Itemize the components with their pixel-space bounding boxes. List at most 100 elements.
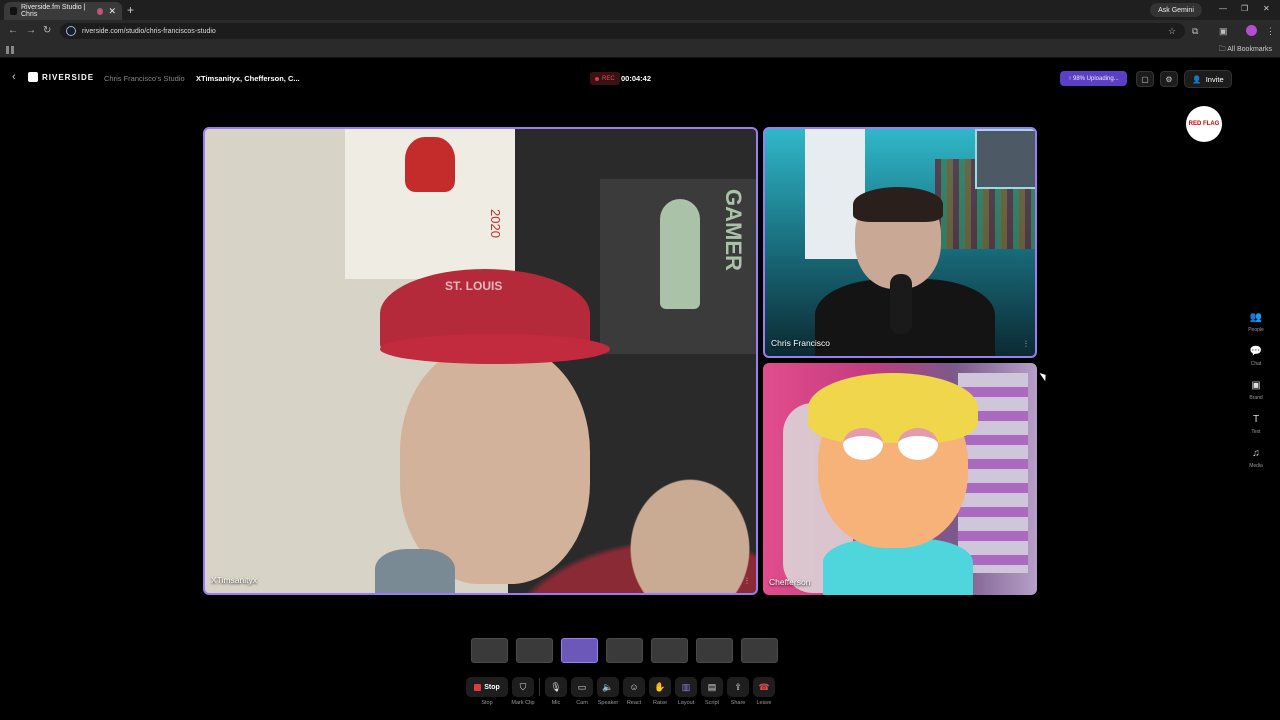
hand-icon: ✋ (654, 681, 666, 692)
raise-hand-button[interactable]: ✋ (649, 677, 671, 697)
participant-hair (853, 187, 943, 222)
invite-button[interactable]: 👤 Invite (1184, 70, 1232, 88)
video-tile-xtimsanityx[interactable]: 2020 GAMER ST. LOUIS XTimsanityx ⫶ (203, 127, 758, 595)
react-control: ☺ React (623, 677, 645, 706)
poster-year: 2020 (488, 209, 503, 238)
profile-avatar[interactable] (1246, 25, 1257, 36)
layout-option-side-right[interactable] (741, 638, 778, 663)
people-icon: 👥 (1249, 312, 1263, 323)
leave-button[interactable]: ☎ (753, 677, 775, 697)
mark-clip-button[interactable]: ⛉ (512, 677, 534, 697)
browser-tab[interactable]: Riverside.fm Studio | Chris ✕ (4, 2, 122, 20)
riverside-favicon-icon (10, 7, 17, 15)
sidebar-item-label: Media (1249, 463, 1263, 469)
studio-controls: Stop Stop ⛉ Mark Clip 🎙 Mic ▭ Cam 🔈 Spea… (466, 677, 775, 706)
browser-tabbar: Riverside.fm Studio | Chris ✕ + Ask Gemi… (0, 0, 1280, 20)
leave-control: ☎ Leave (753, 677, 775, 706)
invite-label: Invite (1205, 74, 1224, 84)
control-label: Stop (481, 700, 493, 706)
url-text: riverside.com/studio/chris-franciscos-st… (82, 27, 216, 35)
sidebar-item-people[interactable]: 👥 People (1240, 312, 1272, 346)
layout-picker (471, 638, 778, 663)
shield-icon: ⛉ (519, 681, 527, 692)
video-tile-chefferson[interactable]: Chefferson (763, 363, 1037, 595)
script-icon: ▤ (707, 681, 717, 692)
sidebar-item-label: Brand (1249, 395, 1263, 401)
layout-option-pip[interactable] (651, 638, 688, 663)
control-label: Share (730, 700, 746, 706)
control-label: Mark Clip (511, 700, 535, 706)
right-sidebar: 👥 People 💬 Chat ▣ Brand T Text ♫ Media (1240, 312, 1272, 482)
layout-option-grid[interactable] (561, 638, 598, 663)
site-info-icon[interactable] (66, 26, 76, 36)
speaker-control: 🔈 Speaker (597, 677, 619, 706)
rec-label: REC (602, 75, 615, 82)
studio-name: Chris Francisco's Studio (104, 74, 185, 83)
sidebar-item-media[interactable]: ♫ Media (1240, 448, 1272, 482)
all-bookmarks-button[interactable]: 🗀 All Bookmarks (1219, 45, 1272, 56)
avatar-hair (808, 373, 978, 443)
layout-control: ▥ Layout (675, 677, 697, 706)
restore-icon[interactable]: ❐ (1241, 4, 1248, 13)
microphone (375, 549, 455, 593)
stop-control: Stop Stop (466, 677, 508, 706)
layout-option-three-up[interactable] (516, 638, 553, 663)
rec-badge: REC (590, 72, 620, 85)
tile-name-label: Chefferson (769, 577, 811, 587)
reload-icon[interactable]: ↻ (43, 25, 51, 36)
feedback-button[interactable]: ▢ (1136, 71, 1154, 87)
gear-icon: ⚙ (1165, 74, 1173, 84)
tab-title: Riverside.fm Studio | Chris (21, 4, 86, 18)
participant-list: XTimsanityx, Chefferson, C... (196, 74, 300, 83)
recording-indicator-icon (97, 7, 104, 15)
layout-button[interactable]: ▥ (675, 677, 697, 697)
back-chevron-icon[interactable]: ‹ (12, 71, 16, 83)
sidebar-item-text[interactable]: T Text (1240, 414, 1272, 448)
tab-close-icon[interactable]: ✕ (108, 6, 116, 17)
window-close-icon[interactable]: ✕ (1263, 4, 1270, 13)
control-label: Speaker (597, 700, 619, 706)
browser-toolbar: ← → ↻ riverside.com/studio/chris-francis… (0, 20, 1280, 42)
avatar-eye (898, 428, 938, 460)
upload-status-button[interactable]: ↑ 98% Uploading... (1060, 71, 1127, 86)
sidebar-item-chat[interactable]: 💬 Chat (1240, 346, 1272, 380)
audio-level-icon: ⫶ (1024, 339, 1027, 349)
stop-button[interactable]: Stop (466, 677, 508, 697)
rec-dot-icon (595, 76, 599, 81)
text-icon: T (1252, 414, 1260, 425)
minimize-icon[interactable]: — (1219, 4, 1227, 13)
layout-option-side-left[interactable] (606, 638, 643, 663)
sidepanel-icon[interactable]: ▣ (1219, 26, 1228, 37)
sidebar-item-brand[interactable]: ▣ Brand (1240, 380, 1272, 414)
music-icon: ♫ (1252, 448, 1260, 459)
layout-option-single[interactable] (471, 638, 508, 663)
share-icon: ⇪ (734, 681, 742, 692)
new-tab-button[interactable]: + (127, 3, 134, 17)
settings-button[interactable]: ⚙ (1160, 71, 1178, 87)
forward-arrow-icon[interactable]: → (26, 25, 36, 36)
extensions-icon[interactable]: ⧉ (1192, 26, 1198, 37)
back-arrow-icon[interactable]: ← (8, 25, 18, 36)
video-tile-chris-francisco[interactable]: Chris Francisco ⫶ (763, 127, 1037, 358)
speaker-button[interactable]: 🔈 (597, 677, 619, 697)
script-button[interactable]: ▤ (701, 677, 723, 697)
bookmark-star-icon[interactable]: ☆ (1168, 26, 1176, 37)
all-bookmarks-label: All Bookmarks (1227, 46, 1272, 53)
cam-button[interactable]: ▭ (571, 677, 593, 697)
ask-gemini-button[interactable]: Ask Gemini (1150, 3, 1202, 17)
speaker-icon: 🔈 (602, 681, 614, 692)
mouse-cursor (1039, 370, 1049, 382)
riverside-logo[interactable]: RIVERSIDE (28, 72, 94, 82)
tile-name-label: Chris Francisco (771, 338, 831, 348)
mic-button[interactable]: 🎙 (545, 677, 567, 697)
share-button[interactable]: ⇪ (727, 677, 749, 697)
menu-icon[interactable]: ⋮ (1266, 26, 1275, 37)
add-person-icon: 👤 (1192, 74, 1202, 84)
layout-option-solo[interactable] (696, 638, 733, 663)
riverside-logo-icon (28, 72, 38, 82)
react-button[interactable]: ☺ (623, 677, 645, 697)
control-label: Script (704, 700, 720, 706)
recording-timer: 00:04:42 (621, 74, 652, 83)
apps-grid-icon[interactable] (6, 46, 14, 54)
address-bar[interactable]: riverside.com/studio/chris-franciscos-st… (60, 23, 1185, 39)
